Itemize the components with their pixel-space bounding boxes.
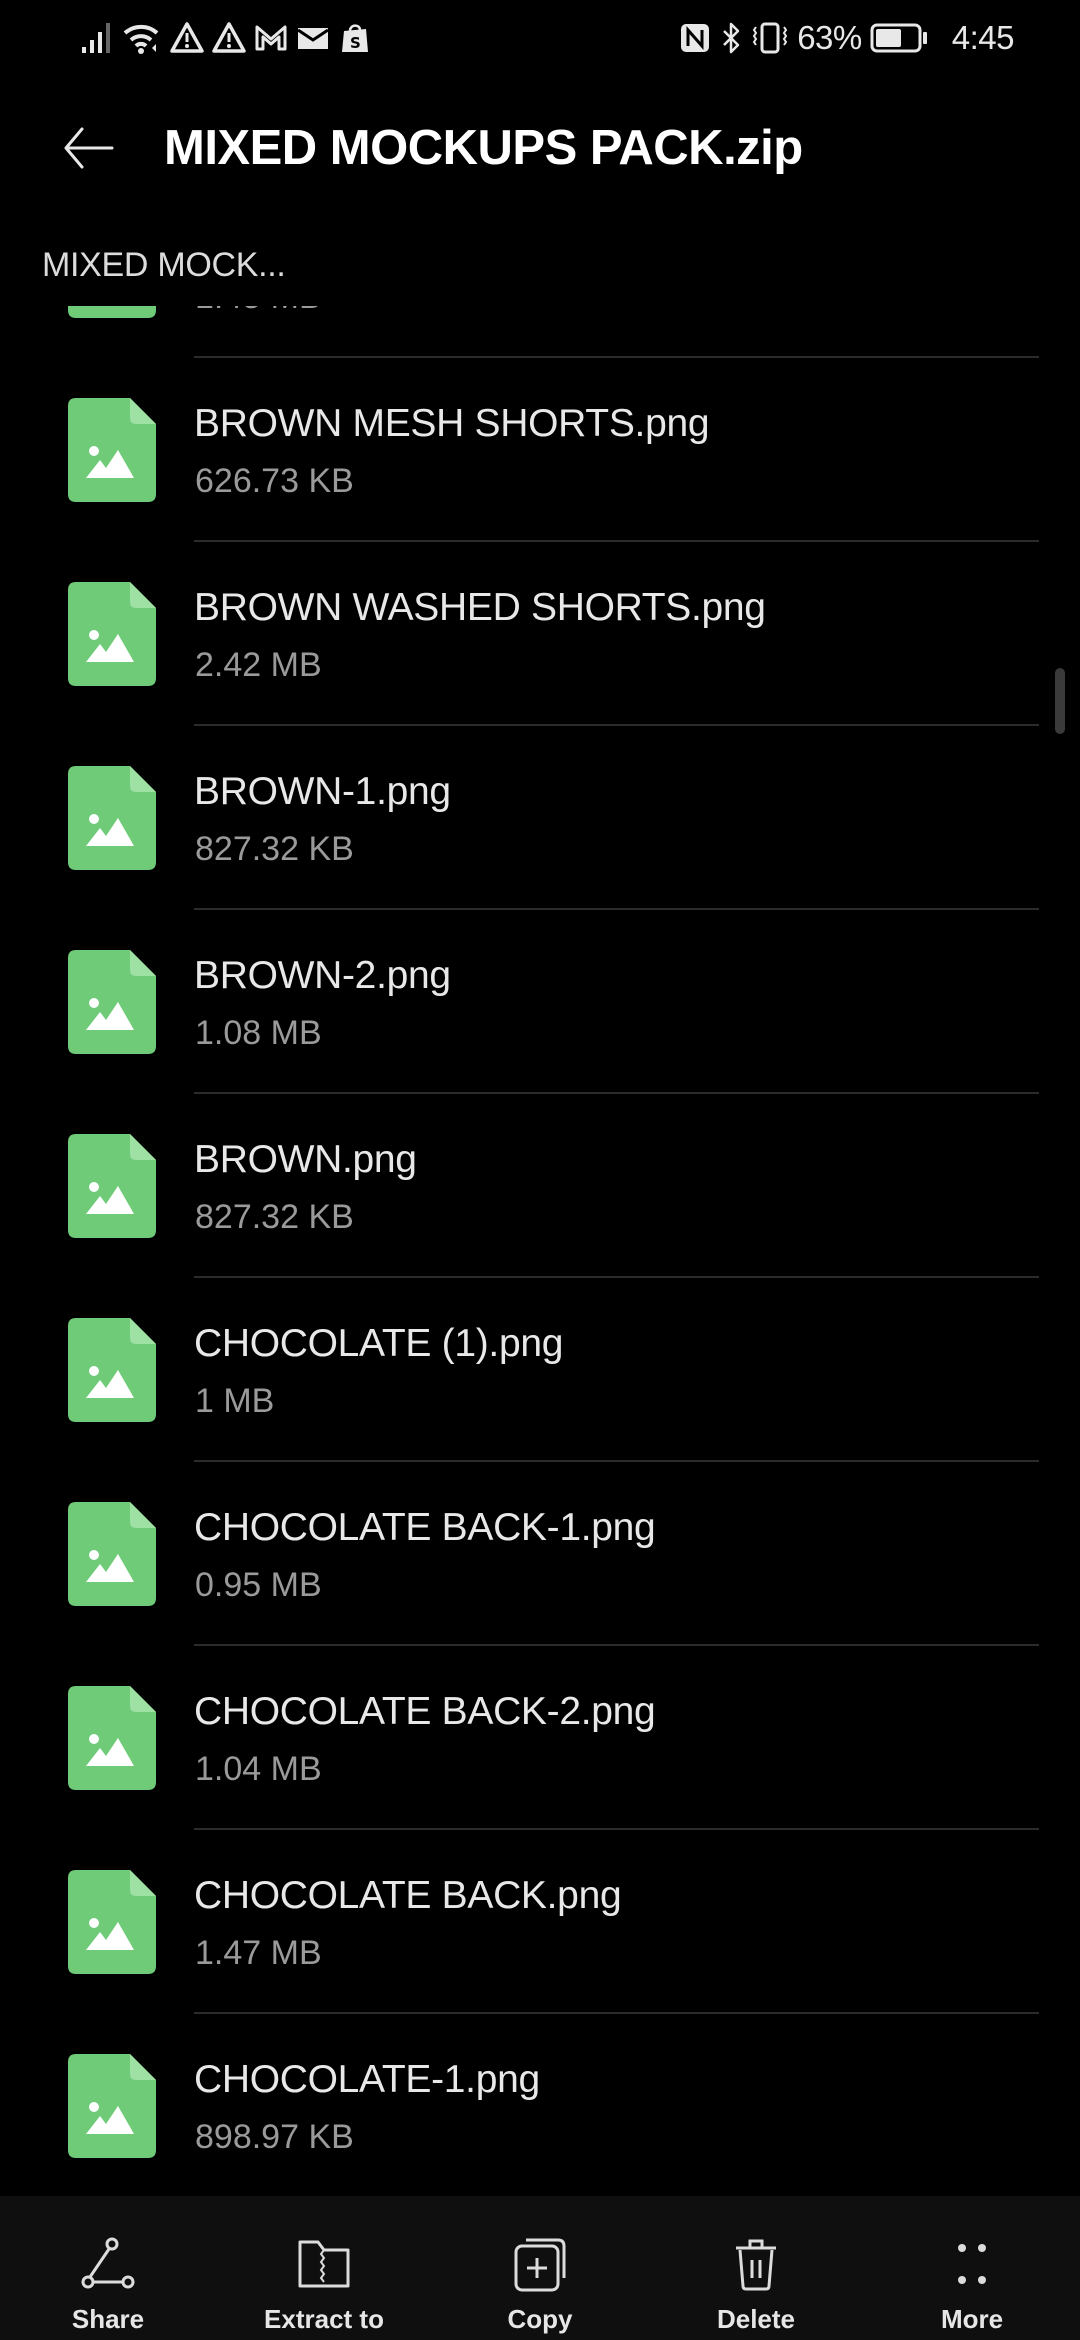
mail-icon — [296, 21, 330, 55]
file-size: 2.42 MB — [195, 646, 322, 684]
extract-folder-icon — [294, 2236, 354, 2292]
file-size: 1.45 MB — [195, 306, 322, 317]
breadcrumb[interactable]: MIXED MOCK... — [42, 246, 286, 285]
wifi-icon — [122, 21, 162, 55]
scrollbar[interactable] — [1055, 668, 1065, 734]
back-button[interactable] — [56, 118, 120, 182]
file-size: 827.32 KB — [195, 1198, 354, 1236]
list-item[interactable]: BROWN.png 827.32 KB — [0, 1094, 1080, 1278]
status-bar-left: S — [80, 20, 372, 56]
page-title: MIXED MOCKUPS PACK.zip — [164, 121, 803, 175]
share-icon — [78, 2236, 138, 2292]
more-icon — [942, 2236, 1002, 2292]
file-name: CHOCOLATE BACK-1.png — [194, 1506, 656, 1549]
image-file-icon — [68, 1870, 156, 1974]
file-name: BROWN-1.png — [194, 770, 451, 813]
list-item[interactable]: CHOCOLATE BACK.png 1.47 MB — [0, 1830, 1080, 2014]
file-name: BROWN-2.png — [194, 954, 451, 997]
arrow-left-icon — [60, 123, 116, 178]
more-button[interactable]: More — [864, 2196, 1080, 2340]
warning-icon — [212, 21, 246, 55]
clock: 4:45 — [951, 19, 1015, 56]
delete-button[interactable]: Delete — [648, 2196, 864, 2340]
vibrate-icon — [751, 21, 789, 55]
delete-label: Delete — [716, 2304, 796, 2334]
file-size: 1.08 MB — [195, 1014, 322, 1052]
file-size: 0.95 MB — [195, 1566, 322, 1604]
app-bar: MIXED MOCKUPS PACK.zip — [0, 100, 1080, 200]
bluetooth-icon — [719, 21, 743, 55]
battery-percent: 63% — [797, 19, 862, 56]
file-name: BROWN WASHED SHORTS.png — [194, 586, 766, 629]
signal-icon — [80, 21, 114, 55]
image-file-icon — [68, 2054, 156, 2158]
nfc-icon — [679, 21, 711, 55]
image-file-icon — [68, 950, 156, 1054]
file-name: CHOCOLATE BACK-2.png — [194, 1690, 656, 1733]
list-item[interactable]: CHOCOLATE-1.png 898.97 KB — [0, 2014, 1080, 2196]
image-file-icon — [68, 306, 156, 318]
image-file-icon — [68, 1502, 156, 1606]
list-item[interactable]: CHOCOLATE BACK-2.png 1.04 MB — [0, 1646, 1080, 1830]
image-file-icon — [68, 766, 156, 870]
svg-text:S: S — [350, 34, 361, 52]
list-item[interactable]: BROWN-1.png 827.32 KB — [0, 726, 1080, 910]
file-name: BROWN.png — [194, 1138, 417, 1181]
list-item[interactable]: CHOCOLATE BACK-1.png 0.95 MB — [0, 1462, 1080, 1646]
trash-icon — [726, 2236, 786, 2292]
share-label: Share — [71, 2304, 145, 2334]
file-size: 1 MB — [195, 1382, 275, 1420]
image-file-icon — [68, 582, 156, 686]
image-file-icon — [68, 1134, 156, 1238]
file-size: 827.32 KB — [195, 830, 354, 868]
copy-label: Copy — [507, 2304, 573, 2334]
extract-to-button[interactable]: Extract to — [216, 2196, 432, 2340]
battery-icon — [870, 21, 930, 55]
list-item[interactable]: 1.45 MB — [0, 306, 1080, 358]
warning-icon — [170, 21, 204, 55]
copy-icon — [510, 2236, 570, 2292]
shopify-icon: S — [338, 21, 372, 55]
file-size: 1.47 MB — [195, 1934, 322, 1972]
file-name: CHOCOLATE BACK.png — [194, 1874, 622, 1917]
file-name: CHOCOLATE-1.png — [194, 2058, 540, 2101]
list-item[interactable]: CHOCOLATE (1).png 1 MB — [0, 1278, 1080, 1462]
status-bar: S 63% 4:45 — [0, 0, 1080, 76]
status-bar-right: 63% 4:45 — [679, 18, 1015, 58]
file-size: 898.97 KB — [195, 2118, 354, 2156]
copy-button[interactable]: Copy — [432, 2196, 648, 2340]
image-file-icon — [68, 1686, 156, 1790]
file-list[interactable]: 1.45 MB BROWN MESH SHORTS.png 626.73 KB … — [0, 306, 1080, 2196]
file-size: 626.73 KB — [195, 462, 354, 500]
file-size: 1.04 MB — [195, 1750, 322, 1788]
more-label: More — [940, 2304, 1004, 2334]
list-item[interactable]: BROWN WASHED SHORTS.png 2.42 MB — [0, 542, 1080, 726]
image-file-icon — [68, 1318, 156, 1422]
file-name: BROWN MESH SHORTS.png — [194, 402, 710, 445]
bottom-toolbar: Share Extract to Copy Delete More — [0, 2196, 1080, 2340]
list-item[interactable]: BROWN MESH SHORTS.png 626.73 KB — [0, 358, 1080, 542]
extract-to-label: Extract to — [264, 2304, 384, 2334]
share-button[interactable]: Share — [0, 2196, 216, 2340]
gmail-icon — [254, 21, 288, 55]
image-file-icon — [68, 398, 156, 502]
file-name: CHOCOLATE (1).png — [194, 1322, 564, 1365]
list-item[interactable]: BROWN-2.png 1.08 MB — [0, 910, 1080, 1094]
